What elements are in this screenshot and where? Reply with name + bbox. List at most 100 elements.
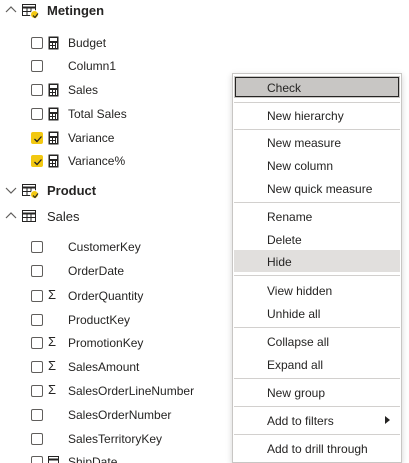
menu-divider xyxy=(234,202,400,203)
field-label: SalesAmount xyxy=(68,360,140,374)
field-checkbox[interactable] xyxy=(31,241,43,253)
field-checkbox[interactable] xyxy=(31,108,43,120)
menu-item-label: New measure xyxy=(267,136,342,150)
field-label: SalesOrderLineNumber xyxy=(68,384,195,398)
field-label: Total Sales xyxy=(68,107,127,121)
table-name: Product xyxy=(47,183,97,198)
menu-item-label: New group xyxy=(267,386,326,400)
field-row[interactable]: Σ OrderQuantity xyxy=(0,285,230,307)
menu-item-new-measure[interactable]: New measure xyxy=(234,131,400,153)
menu-item-view-hidden[interactable]: View hidden xyxy=(234,279,400,301)
menu-divider xyxy=(234,129,400,130)
field-label: CustomerKey xyxy=(68,240,141,254)
menu-item-label: Add to filters xyxy=(267,414,334,428)
field-row[interactable]: ShipDate xyxy=(0,451,230,463)
field-label: Variance% xyxy=(68,154,126,168)
sigma-icon: Σ xyxy=(48,287,57,302)
field-label: ProductKey xyxy=(68,313,131,327)
field-checkbox[interactable] xyxy=(31,37,43,49)
field-checkbox[interactable] xyxy=(31,409,43,421)
field-checkbox[interactable] xyxy=(31,361,43,373)
field-row[interactable]: Sales xyxy=(0,79,230,101)
submenu-arrow-icon xyxy=(385,416,390,424)
sigma-icon: Σ xyxy=(48,382,57,397)
calculator-icon xyxy=(48,131,59,145)
field-label: OrderDate xyxy=(68,264,125,278)
field-row[interactable]: SalesOrderNumber xyxy=(0,404,230,426)
field-label: Sales xyxy=(68,83,99,97)
field-label: PromotionKey xyxy=(68,336,144,350)
menu-item-label: Add to drill through xyxy=(267,442,368,456)
menu-item-add-to-drill-through[interactable]: Add to drill through xyxy=(234,437,400,459)
field-row[interactable]: Budget xyxy=(0,32,230,54)
menu-item-label: Rename xyxy=(267,210,313,224)
field-checkbox-checked[interactable] xyxy=(31,132,43,144)
field-label: ShipDate xyxy=(68,455,118,463)
menu-item-label: View hidden xyxy=(267,284,333,298)
menu-item-label: Delete xyxy=(267,233,302,247)
chevron-down-icon[interactable] xyxy=(4,183,18,197)
menu-item-label: Hide xyxy=(267,255,292,269)
field-checkbox[interactable] xyxy=(31,60,43,72)
menu-divider xyxy=(234,378,400,379)
table-name: Metingen xyxy=(47,3,105,18)
chevron-up-icon[interactable] xyxy=(4,209,18,223)
field-row[interactable]: Σ PromotionKey xyxy=(0,332,230,354)
field-row[interactable]: Total Sales xyxy=(0,103,230,125)
calculator-icon xyxy=(48,107,59,121)
menu-item-collapse-all[interactable]: Collapse all xyxy=(234,330,400,352)
menu-item-new-quick-measure[interactable]: New quick measure xyxy=(234,177,400,199)
field-row[interactable]: CustomerKey xyxy=(0,236,230,258)
menu-item-unhide-all[interactable]: Unhide all xyxy=(234,302,400,324)
field-label: Budget xyxy=(68,36,107,50)
field-row[interactable]: ProductKey xyxy=(0,309,230,331)
field-row[interactable]: Σ SalesOrderLineNumber xyxy=(0,380,230,402)
sigma-icon: Σ xyxy=(48,334,57,349)
table-metingen[interactable]: Metingen xyxy=(0,0,230,20)
calendar-hierarchy-icon xyxy=(48,456,59,463)
chevron-up-icon[interactable] xyxy=(4,3,18,17)
field-row[interactable]: Column1 xyxy=(0,55,230,77)
table-name: Sales xyxy=(47,209,80,224)
calculator-icon xyxy=(48,36,59,50)
menu-item-expand-all[interactable]: Expand all xyxy=(234,353,400,375)
field-checkbox[interactable] xyxy=(31,337,43,349)
field-label: SalesTerritoryKey xyxy=(68,432,163,446)
field-label: OrderQuantity xyxy=(68,289,144,303)
field-checkbox-checked[interactable] xyxy=(31,155,43,167)
checked-badge-icon xyxy=(30,10,39,19)
field-row[interactable]: Variance% xyxy=(0,150,230,172)
menu-item-label: Check xyxy=(267,81,302,95)
field-row[interactable]: Σ SalesAmount xyxy=(0,356,230,378)
field-checkbox[interactable] xyxy=(31,433,43,445)
menu-item-delete[interactable]: Delete xyxy=(234,228,400,250)
field-checkbox[interactable] xyxy=(31,290,43,302)
menu-divider xyxy=(234,327,400,328)
menu-divider xyxy=(234,406,400,407)
menu-item-label: New column xyxy=(267,159,334,173)
context-menu: Check New hierarchy New measure New colu… xyxy=(232,73,402,463)
menu-item-new-column[interactable]: New column xyxy=(234,154,400,176)
menu-divider xyxy=(234,102,400,103)
table-sales[interactable]: Sales xyxy=(0,206,230,226)
field-label: Column1 xyxy=(68,59,117,73)
menu-item-check[interactable]: Check xyxy=(234,76,400,98)
field-label: Variance xyxy=(68,131,115,145)
field-checkbox[interactable] xyxy=(31,385,43,397)
field-checkbox[interactable] xyxy=(31,314,43,326)
calculator-icon xyxy=(48,83,59,97)
menu-item-label: New quick measure xyxy=(267,182,373,196)
field-row[interactable]: OrderDate xyxy=(0,260,230,282)
field-row[interactable]: SalesTerritoryKey xyxy=(0,428,230,450)
menu-item-rename[interactable]: Rename xyxy=(234,205,400,227)
field-checkbox[interactable] xyxy=(31,84,43,96)
menu-item-new-hierarchy[interactable]: New hierarchy xyxy=(234,104,400,126)
menu-item-new-group[interactable]: New group xyxy=(234,381,400,403)
menu-item-hide[interactable]: Hide xyxy=(234,250,400,272)
table-product[interactable]: Product xyxy=(0,180,230,200)
field-checkbox[interactable] xyxy=(31,456,43,463)
calculator-icon xyxy=(48,154,59,168)
menu-item-add-to-filters[interactable]: Add to filters xyxy=(234,409,400,431)
field-checkbox[interactable] xyxy=(31,265,43,277)
field-row[interactable]: Variance xyxy=(0,127,230,149)
